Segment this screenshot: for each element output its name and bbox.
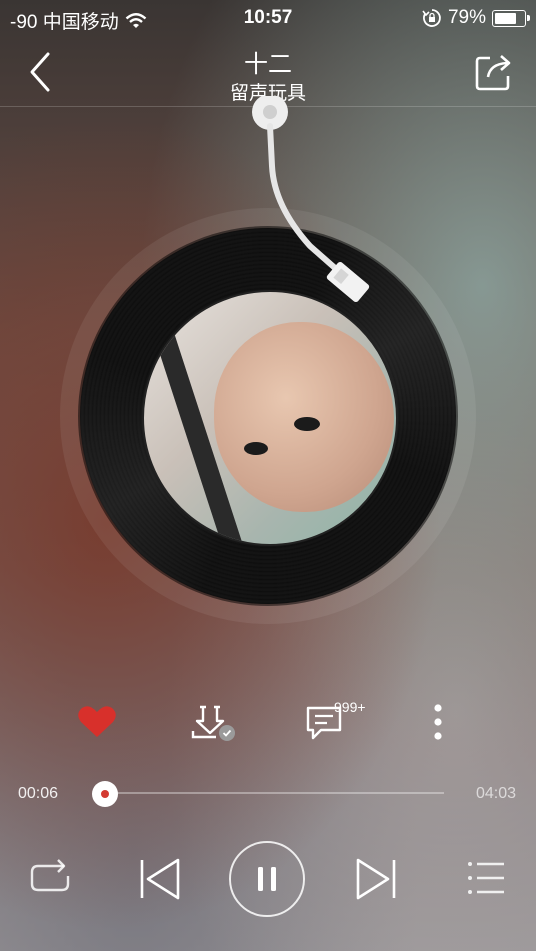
status-bar: -90 中国移动 10:57 79% bbox=[0, 0, 536, 36]
rotation-lock-icon bbox=[422, 9, 441, 27]
heart-icon bbox=[78, 706, 116, 737]
playlist-button[interactable] bbox=[466, 860, 506, 901]
total-time: 04:03 bbox=[475, 785, 516, 802]
more-button[interactable] bbox=[428, 703, 448, 748]
next-icon bbox=[356, 858, 396, 900]
next-button[interactable] bbox=[354, 856, 398, 907]
previous-button[interactable] bbox=[138, 856, 182, 907]
tonearm-icon bbox=[252, 96, 370, 303]
more-icon bbox=[434, 704, 442, 740]
progress-track[interactable] bbox=[96, 792, 444, 794]
battery-percent: 79% bbox=[447, 7, 486, 28]
pause-icon bbox=[258, 867, 276, 891]
progress-thumb[interactable] bbox=[91, 781, 118, 807]
battery-fill bbox=[495, 12, 516, 24]
previous-icon bbox=[140, 858, 180, 900]
current-time: 00:06 bbox=[18, 785, 59, 802]
playlist-icon bbox=[468, 862, 504, 894]
download-icon bbox=[191, 705, 235, 741]
battery-icon bbox=[492, 9, 530, 27]
download-button[interactable] bbox=[190, 703, 236, 748]
repeat-icon bbox=[30, 859, 70, 892]
song-title: 十二 bbox=[244, 51, 292, 78]
action-row bbox=[0, 695, 536, 755]
album-cover bbox=[142, 290, 398, 546]
share-icon bbox=[475, 55, 511, 91]
player-screen: -90 中国移动 10:57 79% 十二 留声玩具 999+ 00:06 04… bbox=[0, 0, 536, 951]
comment-count-badge: 999+ bbox=[334, 699, 366, 715]
repeat-button[interactable] bbox=[28, 858, 72, 903]
playback-controls bbox=[0, 838, 536, 924]
play-pause-button[interactable] bbox=[229, 841, 305, 917]
share-button[interactable] bbox=[474, 50, 514, 92]
like-button[interactable] bbox=[77, 705, 117, 744]
